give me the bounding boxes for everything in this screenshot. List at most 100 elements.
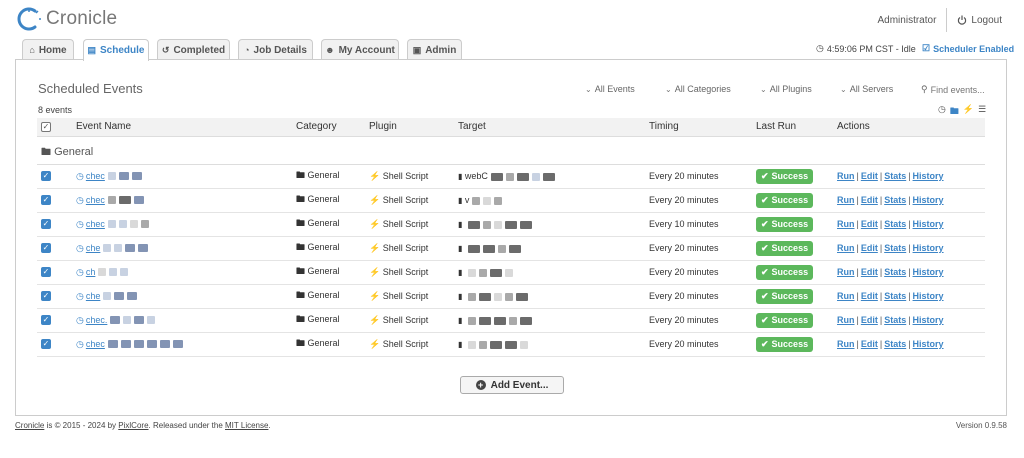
action-stats-link[interactable]: Stats (884, 243, 906, 253)
action-run-link[interactable]: Run (837, 219, 855, 229)
col-timing[interactable]: Timing (645, 118, 752, 137)
redacted-text (133, 340, 144, 349)
col-event-name[interactable]: Event Name (72, 118, 292, 137)
search-input[interactable] (930, 84, 986, 95)
redacted-text (114, 244, 123, 253)
action-run-link[interactable]: Run (837, 267, 855, 277)
row-checkbox[interactable]: ✓ (41, 339, 51, 350)
row-checkbox[interactable]: ✓ (41, 243, 51, 254)
action-edit-link[interactable]: Edit (861, 195, 878, 205)
filter-servers[interactable]: ⌄ All Servers (840, 84, 893, 94)
event-name-link[interactable]: chec (86, 219, 105, 229)
user-name[interactable]: Administrator (878, 15, 947, 26)
action-edit-link[interactable]: Edit (861, 243, 878, 253)
tab-my-account[interactable]: ☻ My Account (321, 39, 399, 60)
action-history-link[interactable]: History (913, 195, 944, 205)
action-edit-link[interactable]: Edit (861, 315, 878, 325)
event-name-link[interactable]: che (86, 291, 101, 301)
last-run-cell: ✔ Success (752, 260, 833, 285)
footer-license-link[interactable]: MIT License (225, 421, 268, 430)
col-plugin[interactable]: Plugin (365, 118, 454, 137)
redacted-text (542, 172, 555, 181)
row-checkbox[interactable]: ✓ (41, 291, 51, 302)
row-select-cell: ✓ (37, 212, 72, 237)
row-select-cell: ✓ (37, 284, 72, 309)
col-last-run[interactable]: Last Run (752, 118, 833, 137)
row-checkbox[interactable]: ✓ (41, 195, 51, 206)
action-edit-link[interactable]: Edit (861, 339, 878, 349)
action-run-link[interactable]: Run (837, 195, 855, 205)
action-edit-link[interactable]: Edit (861, 291, 878, 301)
action-stats-link[interactable]: Stats (884, 219, 906, 229)
redacted-text (489, 340, 502, 349)
action-stats-link[interactable]: Stats (884, 195, 906, 205)
filter-categories[interactable]: ⌄ All Categories (665, 84, 731, 94)
action-stats-link[interactable]: Stats (884, 291, 906, 301)
action-history-link[interactable]: History (913, 171, 944, 181)
redacted-text (508, 244, 521, 253)
redacted-text (109, 268, 118, 277)
folder-icon: 🖿 (296, 170, 306, 180)
category-label: General (307, 290, 340, 300)
redacted-text (107, 220, 116, 229)
row-checkbox[interactable]: ✓ (41, 315, 51, 326)
footer-app-link[interactable]: Cronicle (15, 421, 44, 430)
action-run-link[interactable]: Run (837, 171, 855, 181)
action-run-link[interactable]: Run (837, 339, 855, 349)
action-history-link[interactable]: History (913, 267, 944, 277)
action-run-link[interactable]: Run (837, 243, 855, 253)
tab-schedule[interactable]: ▤ Schedule (83, 39, 149, 61)
action-stats-link[interactable]: Stats (884, 315, 906, 325)
redacted-text (493, 316, 506, 325)
tab-home[interactable]: ⌂ Home (22, 39, 74, 60)
timing-cell: Every 20 minutes (645, 284, 752, 309)
tab-job-details[interactable]: ◔ Job Details (238, 39, 313, 60)
check-icon: ✔ (761, 314, 769, 325)
row-checkbox[interactable]: ✓ (41, 219, 51, 230)
category-label: General (307, 314, 340, 324)
event-name-link[interactable]: che (86, 243, 101, 253)
action-history-link[interactable]: History (913, 339, 944, 349)
col-category[interactable]: Category (292, 118, 365, 137)
event-name-link[interactable]: chec (86, 195, 105, 205)
footer-text: . (268, 421, 271, 430)
event-name-link[interactable]: chec (86, 171, 105, 181)
tab-completed[interactable]: ↺ Completed (157, 39, 230, 60)
redacted-text (519, 316, 532, 325)
home-icon: ⌂ (29, 45, 35, 55)
logout-button[interactable]: Logout (957, 15, 1002, 26)
filter-events[interactable]: ⌄ All Events (585, 84, 635, 94)
app-name: Cronicle (46, 8, 118, 29)
redacted-text (493, 220, 502, 229)
event-name-link[interactable]: ch (86, 267, 96, 277)
action-edit-link[interactable]: Edit (861, 267, 878, 277)
category-cell: 🖿 General (292, 212, 365, 237)
events-table: ✓ Event Name Category Plugin Target Timi… (37, 118, 985, 357)
redacted-text (504, 292, 513, 301)
row-checkbox[interactable]: ✓ (41, 267, 51, 278)
action-history-link[interactable]: History (913, 291, 944, 301)
app-logo[interactable]: Cronicle (16, 6, 117, 32)
footer-company-link[interactable]: PixlCore (118, 421, 148, 430)
action-stats-link[interactable]: Stats (884, 171, 906, 181)
action-run-link[interactable]: Run (837, 291, 855, 301)
action-history-link[interactable]: History (913, 315, 944, 325)
col-target[interactable]: Target (454, 118, 645, 137)
plugin-label: Shell Script (382, 218, 429, 229)
action-history-link[interactable]: History (913, 243, 944, 253)
server-icon: ▮ (458, 292, 463, 301)
add-event-button[interactable]: + Add Event... (460, 376, 564, 394)
scheduler-toggle[interactable]: ☑ Scheduler Enabled (922, 43, 1014, 54)
select-all-checkbox[interactable]: ✓ (41, 121, 51, 132)
event-name-link[interactable]: chec (86, 339, 105, 349)
row-checkbox[interactable]: ✓ (41, 171, 51, 182)
action-edit-link[interactable]: Edit (861, 171, 878, 181)
action-stats-link[interactable]: Stats (884, 267, 906, 277)
action-run-link[interactable]: Run (837, 315, 855, 325)
action-history-link[interactable]: History (913, 219, 944, 229)
tab-admin[interactable]: ▣ Admin (407, 39, 462, 60)
event-name-link[interactable]: chec. (86, 315, 108, 325)
action-stats-link[interactable]: Stats (884, 339, 906, 349)
filter-plugins[interactable]: ⌄ All Plugins (760, 84, 812, 94)
action-edit-link[interactable]: Edit (861, 219, 878, 229)
